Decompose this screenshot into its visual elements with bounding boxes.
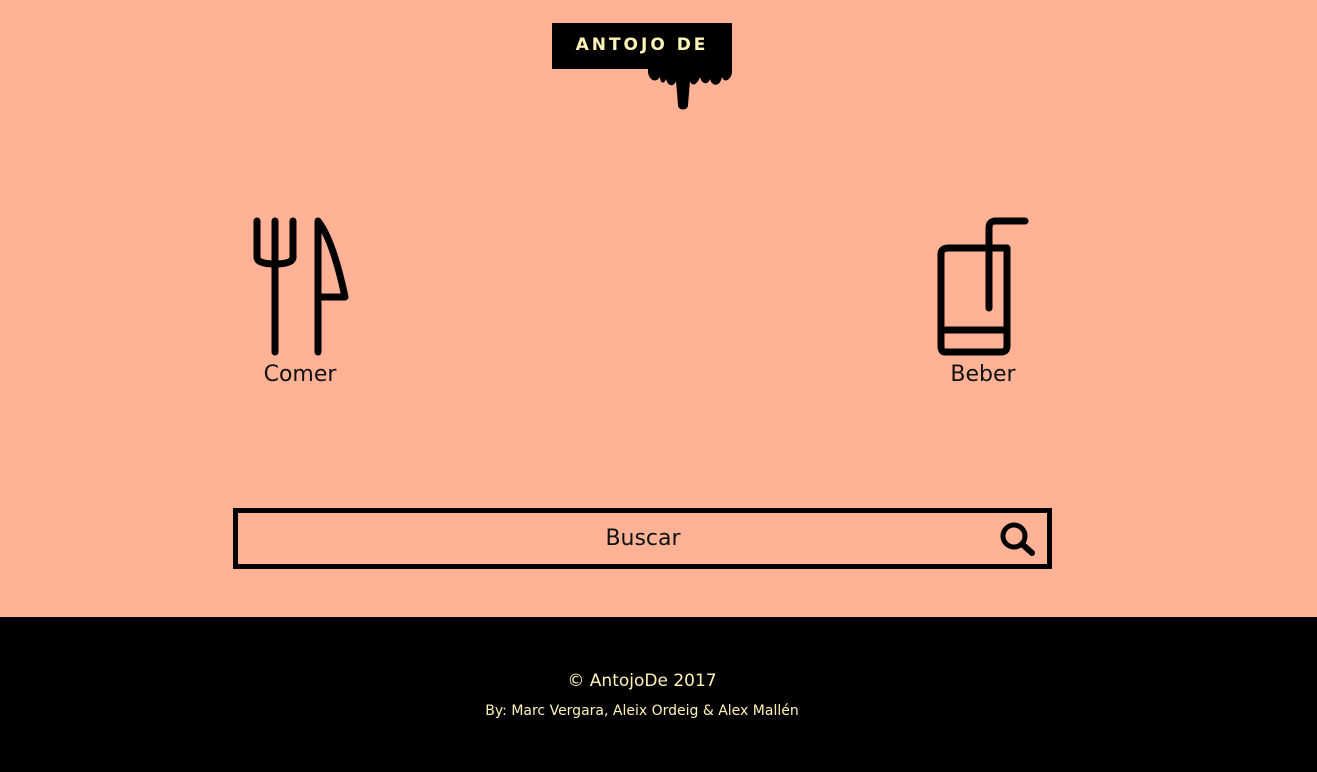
- search-input[interactable]: [273, 513, 1013, 564]
- footer-authors: By: Marc Vergara, Aleix Ordeig & Alex Ma…: [485, 703, 799, 719]
- search-icon: [1000, 522, 1035, 556]
- option-beber-label: Beber: [950, 362, 1016, 387]
- main-content: ANTOJO DE Comer Beber Buscar: [0, 0, 1317, 617]
- glass-straw-icon: [937, 217, 1029, 356]
- fork-knife-icon: [253, 217, 349, 356]
- footer: © AntojoDe 2017 By: Marc Vergara, Aleix …: [0, 617, 1317, 772]
- search-button[interactable]: [999, 521, 1037, 557]
- option-comer-label: Comer: [263, 362, 337, 387]
- page: ANTOJO DE Comer Beber Buscar © AntojoDe …: [0, 0, 1317, 772]
- site-logo[interactable]: ANTOJO DE: [552, 23, 732, 113]
- option-beber[interactable]: Beber: [908, 210, 1058, 400]
- option-comer[interactable]: Comer: [225, 210, 375, 400]
- logo-text: ANTOJO DE: [575, 35, 709, 55]
- footer-copyright: © AntojoDe 2017: [567, 671, 717, 691]
- search-form: [233, 508, 1052, 569]
- dripping-paint-icon: [648, 63, 732, 110]
